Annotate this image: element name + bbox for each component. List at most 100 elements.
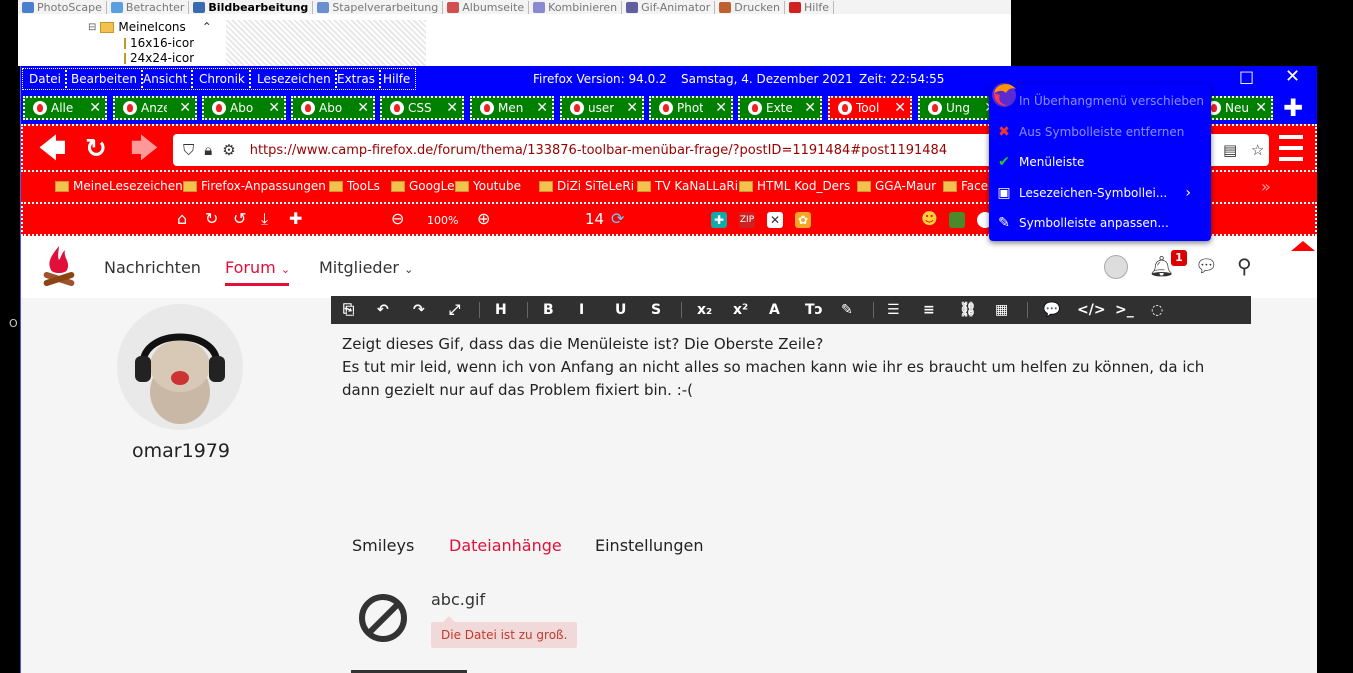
sync-icon[interactable]: ⟳ — [611, 210, 624, 228]
photoscape-menu-item[interactable]: Kombinieren — [529, 0, 623, 14]
photoscape-menu-item[interactable]: Drucken — [715, 0, 786, 14]
tab-smileys[interactable]: Smileys — [352, 536, 414, 555]
strikethrough-icon[interactable]: S — [651, 302, 661, 318]
tab-close-icon[interactable]: ✕ — [894, 100, 906, 116]
menu-hilfe[interactable]: Hilfe — [383, 70, 414, 88]
tab-close-icon[interactable]: ✕ — [89, 100, 101, 116]
tab[interactable]: Phot ✕ — [649, 96, 733, 120]
tab[interactable]: user ✕ — [560, 96, 644, 120]
user-avatar[interactable] — [117, 304, 243, 430]
quote-icon[interactable]: 💬 — [1043, 302, 1060, 318]
bookmark-folder[interactable]: GoogLe — [391, 179, 454, 193]
tab[interactable]: Abo ✕ — [202, 96, 286, 120]
menuitem-bookmarks-toolbar[interactable]: ▣ Lesezeichen-Symbollei... › — [989, 179, 1211, 207]
bold-icon[interactable]: B — [543, 302, 554, 318]
reload-icon[interactable]: ↻ — [205, 210, 218, 228]
addon-tools-icon[interactable]: ✕ — [767, 212, 783, 228]
table-icon[interactable]: ▦ — [995, 302, 1008, 318]
tab-close-icon[interactable]: ✕ — [446, 100, 458, 116]
bookmark-folder[interactable]: Face — [943, 179, 988, 193]
spoiler-icon[interactable]: ◌ — [1151, 302, 1163, 318]
tab-close-icon[interactable]: ✕ — [1255, 100, 1267, 116]
bookmark-folder[interactable]: HTML Kod_Ders — [739, 179, 850, 193]
menuitem-customize-toolbar[interactable]: ✎ Symbolleiste anpassen... — [989, 209, 1211, 237]
chevron-up-icon[interactable]: ⌃ — [202, 20, 212, 34]
forward-button[interactable]: 🡆 — [131, 136, 158, 162]
add-icon[interactable]: ✚ — [289, 210, 302, 228]
bookmark-folder[interactable]: GGA-Maur — [857, 179, 936, 193]
tab[interactable]: Exte ✕ — [738, 96, 822, 120]
addon-flag-icon[interactable] — [949, 212, 965, 228]
code-icon[interactable]: </> — [1077, 302, 1106, 318]
tab[interactable]: Abo ✕ — [291, 96, 375, 120]
tab-close-icon[interactable]: ✕ — [715, 100, 727, 116]
tree-item-24x24[interactable]: 24x24-icons — [124, 51, 194, 65]
undo-icon[interactable]: ↶ — [377, 302, 389, 318]
tree-item-meineicons[interactable]: ⊟ MeineIcons ⌃ — [88, 20, 212, 34]
tab[interactable]: CSS ✕ — [380, 96, 464, 120]
shield-icon[interactable]: ⛉ — [183, 141, 194, 159]
nav-mitglieder[interactable]: Mitglieder ⌄ — [319, 258, 413, 277]
site-logo[interactable] — [41, 244, 77, 290]
tab-dateianhaenge[interactable]: Dateianhänge — [449, 536, 562, 555]
font-color-icon[interactable]: A — [769, 302, 780, 318]
lock-icon[interactable]: 🔒︎ — [204, 141, 212, 159]
addon-gear-icon[interactable]: ✿ — [795, 212, 811, 228]
tab[interactable]: Anzeige ✕ — [113, 96, 197, 120]
permissions-icon[interactable]: ⚙ — [222, 141, 235, 159]
bookmarks-overflow-button[interactable]: » — [1261, 177, 1271, 196]
reader-view-icon[interactable]: ▤ — [1223, 141, 1237, 159]
zoom-in-icon[interactable]: ⊕ — [477, 210, 490, 228]
tab-close-icon[interactable]: ✕ — [268, 100, 280, 116]
tab-close-icon[interactable]: ✕ — [536, 100, 548, 116]
nav-nachrichten[interactable]: Nachrichten — [104, 258, 201, 277]
photoscape-menu-item[interactable]: Gif-Animator — [622, 0, 716, 14]
emoji-icon[interactable]: ☻ — [921, 210, 938, 228]
fullscreen-icon[interactable]: ⤢ — [449, 302, 460, 318]
link-icon[interactable]: ⛓ — [959, 302, 977, 318]
photoscape-menu-item[interactable]: Stapelverarbeitung — [313, 0, 444, 14]
tab-close-icon[interactable]: ✕ — [179, 100, 191, 116]
addon-puzzle-icon[interactable]: ✚ — [711, 212, 727, 228]
back-button[interactable]: 🡄 — [39, 136, 66, 162]
underline-icon[interactable]: U — [615, 302, 626, 318]
hamburger-menu-button[interactable] — [1279, 132, 1303, 164]
bookmark-folder[interactable]: TooLs — [329, 179, 380, 193]
subscript-icon[interactable]: x₂ — [697, 302, 712, 318]
tab-einstellungen[interactable]: Einstellungen — [595, 536, 703, 555]
source-icon[interactable]: ⎘ — [343, 302, 354, 318]
bookmark-folder[interactable]: MeineLesezeichen — [55, 179, 183, 193]
menuitem-menubar[interactable]: ✔ Menüleiste — [989, 148, 1211, 176]
tab[interactable]: Men ✕ — [470, 96, 554, 120]
new-tab-button[interactable]: ✚ — [1283, 94, 1303, 122]
tree-collapse-icon[interactable]: ⊟ — [88, 22, 96, 33]
menuitem-move-to-overflow[interactable]: In Überhangmenü verschieben — [989, 87, 1211, 115]
tab[interactable]: Tool ✕ — [828, 96, 912, 120]
photoscape-menu-item[interactable]: Bildbearbeitung — [189, 0, 314, 14]
menuitem-remove-from-toolbar[interactable]: ✖ Aus Symbolleiste entfernen — [989, 118, 1211, 146]
conversations-icon[interactable]: 💬︎ — [1195, 256, 1218, 277]
bookmark-folder[interactable]: TV KaNaLLaRi — [637, 179, 738, 193]
zoom-level[interactable]: 100% — [427, 212, 458, 230]
addon-zip-icon[interactable]: ZIP — [739, 212, 755, 228]
url-text[interactable]: https://www.camp-firefox.de/forum/thema/… — [250, 143, 947, 158]
reload-button[interactable]: ↻ — [85, 136, 107, 162]
restore-tab-icon[interactable]: ↺ — [233, 210, 246, 228]
heading-icon[interactable]: H — [495, 302, 507, 318]
nav-forum[interactable]: Forum ⌄ — [225, 258, 290, 277]
tab-close-icon[interactable]: ✕ — [357, 100, 369, 116]
bookmark-folder[interactable]: Youtube — [455, 179, 521, 193]
menu-ansicht[interactable]: Ansicht — [143, 70, 194, 88]
terminal-icon[interactable]: >_ — [1115, 302, 1134, 318]
menu-bearbeiten[interactable]: Bearbeiten — [71, 70, 143, 88]
menu-datei[interactable]: Datei — [29, 70, 68, 88]
photoscape-menu-item[interactable]: Albumseite — [443, 0, 530, 14]
align-icon[interactable]: ≡ — [923, 302, 935, 318]
bookmark-folder[interactable]: DiZi SiTeLeRi — [539, 179, 634, 193]
tree-item-16x16[interactable]: 16x16-icons — [124, 36, 194, 50]
superscript-icon[interactable]: x² — [733, 302, 748, 318]
home-icon[interactable]: ⌂ — [177, 210, 187, 228]
menu-chronik[interactable]: Chronik — [199, 70, 251, 88]
search-icon[interactable]: ⚲ — [1237, 254, 1252, 278]
font-size-icon[interactable]: Tↄ — [805, 302, 823, 318]
